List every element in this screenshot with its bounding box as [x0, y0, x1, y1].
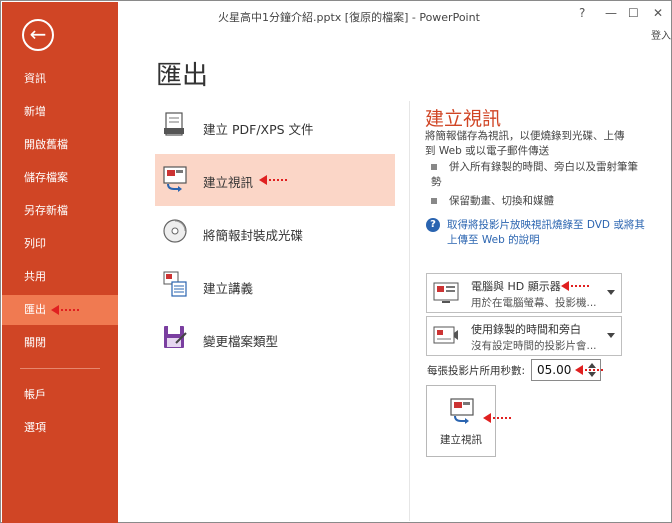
help-link[interactable]: 取得將投影片放映視訊燒錄至 DVD 或將其上傳至 Web 的說明	[447, 218, 647, 248]
chevron-down-icon	[607, 290, 615, 295]
minimize-icon[interactable]: —	[605, 6, 617, 20]
dropdown-title: 電腦與 HD 顯示器	[471, 280, 561, 293]
sidebar-item-info[interactable]: 資訊	[2, 64, 118, 94]
restore-icon[interactable]: ☐	[628, 6, 639, 20]
pdf-icon	[164, 112, 184, 136]
narration-icon	[433, 326, 458, 344]
annotation-arrow-icon	[483, 413, 513, 423]
feature-bullet: 併入所有錄製的時間、旁白以及雷射筆筆勢	[431, 161, 638, 188]
sign-in-link[interactable]: 登入	[651, 27, 671, 42]
export-option-change-filetype[interactable]: 變更檔案類型	[155, 313, 395, 365]
page-title: 匯出	[156, 61, 209, 91]
sidebar-item-close[interactable]: 關閉	[2, 328, 118, 358]
sidebar-item-save[interactable]: 儲存檔案	[2, 163, 118, 193]
annotation-arrow-icon	[575, 365, 605, 375]
timing-dropdown[interactable]: 使用錄製的時間和旁白 沒有設定時間的投影片會...	[426, 316, 622, 356]
export-option-label: 建立講義	[203, 281, 254, 296]
sidebar-item-new[interactable]: 新增	[2, 97, 118, 127]
help-circle-icon: ?	[426, 218, 440, 232]
export-option-label: 建立視訊	[203, 175, 254, 190]
filetype-icon	[164, 326, 187, 348]
back-arrow-icon[interactable]: ←	[22, 19, 54, 51]
help-icon[interactable]: ?	[579, 6, 585, 20]
seconds-per-slide-label: 每張投影片所用秒數:	[427, 365, 526, 377]
sidebar-item-open[interactable]: 開啟舊檔	[2, 130, 118, 160]
export-option-label: 將簡報封裝成光碟	[203, 228, 304, 243]
export-option-handouts[interactable]: 建立講義	[155, 260, 395, 312]
title-bar: 火星高中1分鐘介紹.pptx [復原的檔案] - PowerPoint ? — …	[118, 2, 672, 30]
panel-divider	[409, 101, 410, 521]
video-quality-dropdown[interactable]: 電腦與 HD 顯示器 用於在電腦螢幕、投影機...	[426, 273, 622, 313]
export-option-label: 建立 PDF/XPS 文件	[203, 122, 314, 137]
video-icon	[163, 166, 187, 192]
backstage-sidebar: ← 資訊 新增 開啟舊檔 儲存檔案 另存新檔 列印 共用 匯出 關閉 帳戶 選項	[2, 2, 118, 523]
sidebar-item-share[interactable]: 共用	[2, 262, 118, 292]
export-option-pdf[interactable]: 建立 PDF/XPS 文件	[155, 101, 395, 153]
annotation-arrow-icon	[51, 305, 79, 315]
window-title: 火星高中1分鐘介紹.pptx [復原的檔案] - PowerPoint	[218, 11, 480, 24]
export-option-package-cd[interactable]: 將簡報封裝成光碟	[155, 207, 395, 259]
panel-title: 建立視訊	[425, 108, 502, 130]
sidebar-item-print[interactable]: 列印	[2, 229, 118, 259]
disc-icon	[163, 219, 187, 243]
export-option-label: 變更檔案類型	[203, 334, 279, 349]
dropdown-title: 使用錄製的時間和旁白	[471, 323, 581, 336]
sidebar-item-save-as[interactable]: 另存新檔	[2, 196, 118, 226]
sidebar-item-account[interactable]: 帳戶	[2, 380, 118, 410]
chevron-down-icon	[607, 333, 615, 338]
bullet-square-icon	[431, 198, 437, 204]
handout-icon	[163, 271, 187, 297]
create-video-button-label: 建立視訊	[440, 434, 482, 446]
export-option-video[interactable]: 建立視訊	[155, 154, 395, 206]
close-icon[interactable]: ✕	[653, 6, 663, 20]
bullet-square-icon	[431, 164, 437, 170]
panel-description: 將簡報儲存為視訊，以便燒錄到光碟、上傳到 Web 或以電子郵件傳送	[425, 130, 625, 157]
monitor-icon	[433, 282, 459, 303]
sidebar-item-options[interactable]: 選項	[2, 413, 118, 443]
annotation-arrow-icon	[259, 175, 289, 185]
app-window: ← 資訊 新增 開啟舊檔 儲存檔案 另存新檔 列印 共用 匯出 關閉 帳戶 選項…	[0, 0, 672, 523]
seconds-value[interactable]: 05.00	[537, 363, 571, 377]
feature-bullet: 保留動畫、切換和媒體	[431, 194, 641, 209]
sidebar-divider	[20, 368, 100, 369]
dropdown-subtitle: 沒有設定時間的投影片會...	[471, 340, 597, 352]
dropdown-subtitle: 用於在電腦螢幕、投影機...	[471, 297, 597, 309]
annotation-arrow-icon	[561, 281, 591, 291]
video-icon	[450, 398, 474, 424]
